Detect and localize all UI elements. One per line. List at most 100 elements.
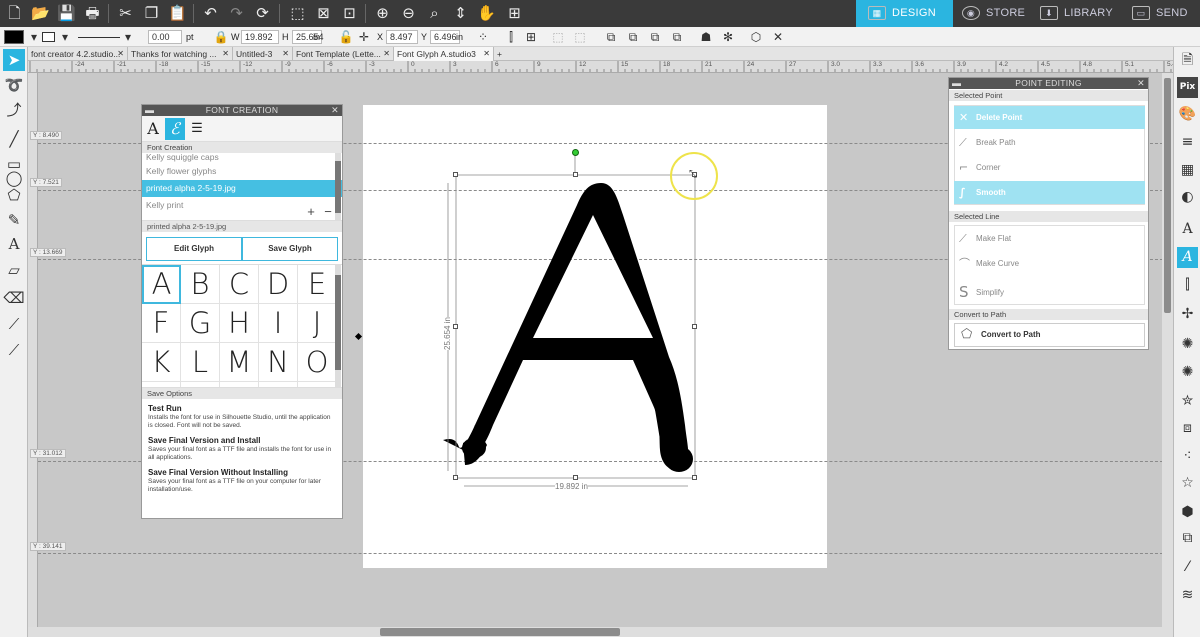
replicate-panel-icon[interactable]: ✺ xyxy=(1177,334,1198,355)
tab-point-font[interactable]: A xyxy=(143,118,163,140)
glyph-grid-scrollbar[interactable] xyxy=(335,265,341,387)
library-star-icon[interactable]: ☆ xyxy=(1177,473,1198,494)
line-tool-icon[interactable]: ╱ xyxy=(3,128,25,150)
line-color-swatch[interactable] xyxy=(42,32,55,42)
remove-font-button[interactable]: − xyxy=(322,205,334,218)
resize-handle[interactable] xyxy=(453,475,458,480)
chevron-down-icon[interactable]: ▾ xyxy=(57,29,73,45)
tab-font-creation[interactable]: ℰ xyxy=(165,118,185,140)
close-icon[interactable]: ✕ xyxy=(383,47,390,61)
edit-glyph-button[interactable]: Edit Glyph xyxy=(146,237,242,261)
palette-icon[interactable]: 🎨 xyxy=(1177,104,1198,125)
minimize-icon[interactable]: ▬ xyxy=(145,105,154,116)
zoom-in-icon[interactable]: ⊕ xyxy=(372,3,393,24)
send-backward-icon[interactable]: ⧉ xyxy=(625,29,641,45)
line-weight-input[interactable]: 0.00 xyxy=(148,30,182,44)
doc-tab-active[interactable]: Font Glyph A.studio3 ✕ xyxy=(394,47,494,61)
replicate-icon[interactable]: ⬡ xyxy=(748,29,764,45)
simplify-button[interactable]: S Simplify xyxy=(954,281,1145,304)
fit-page-icon[interactable]: ⊞ xyxy=(504,3,525,24)
tab-design[interactable]: ▦ DESIGN xyxy=(856,0,953,27)
line-style-icon[interactable]: ≡ xyxy=(1177,132,1198,153)
line-style-preview[interactable] xyxy=(78,37,120,38)
select-tool-icon[interactable]: ➤ xyxy=(3,49,25,71)
resize-handle[interactable] xyxy=(573,172,578,177)
save-option-test-run[interactable]: Test Run Installs the font for use in Si… xyxy=(142,399,342,433)
bring-to-front-icon[interactable]: ⧉ xyxy=(647,29,663,45)
resize-handle[interactable] xyxy=(692,324,697,329)
glyph-cell[interactable]: G xyxy=(181,304,220,343)
add-font-button[interactable]: + xyxy=(305,205,317,218)
point-edit-tool-icon[interactable]: ➰ xyxy=(3,74,25,96)
glyph-cell[interactable]: A xyxy=(142,265,181,304)
glyph-cell[interactable]: R xyxy=(220,382,259,387)
deselect-icon[interactable]: ⊠ xyxy=(313,3,334,24)
cut-icon[interactable]: ✂ xyxy=(115,3,136,24)
send-to-back-icon[interactable]: ⧉ xyxy=(669,29,685,45)
lock-aspect-icon[interactable]: 🔒 xyxy=(213,29,229,45)
layers-icon[interactable]: ⧉ xyxy=(1177,528,1198,549)
doc-tab[interactable]: Font Template (Lette... ✕ xyxy=(293,47,394,61)
close-icon[interactable]: ✕ xyxy=(483,47,490,61)
x-input[interactable]: 8.497 xyxy=(386,30,418,44)
rotate-handle[interactable] xyxy=(572,149,579,156)
reference-point-icon[interactable]: ⁘ xyxy=(475,29,491,45)
group-icon[interactable]: ⬚ xyxy=(550,29,566,45)
glyph-cell[interactable]: H xyxy=(220,304,259,343)
glyph-cell[interactable]: B xyxy=(181,265,220,304)
vertical-scrollbar[interactable] xyxy=(1162,73,1173,627)
resize-handle[interactable] xyxy=(692,475,697,480)
width-input[interactable]: 19.892 xyxy=(241,30,279,44)
move-icon[interactable]: ⇕ xyxy=(450,3,471,24)
text-tool-icon[interactable]: A xyxy=(3,233,25,255)
select-by-color-icon[interactable]: ⊡ xyxy=(339,3,360,24)
align-icon[interactable]: ⫿ xyxy=(503,29,519,45)
glyph-cell[interactable]: N xyxy=(259,343,298,382)
chevron-down-icon[interactable]: ▾ xyxy=(120,29,136,45)
font-list-item[interactable]: Kelly squiggle caps xyxy=(142,153,342,163)
glyph-cell[interactable]: E xyxy=(298,265,337,304)
polygon-tool-icon[interactable]: ⬠ xyxy=(3,184,25,206)
eraser-tool-icon[interactable]: ⌫ xyxy=(3,287,25,309)
pan-hand-icon[interactable]: ✋ xyxy=(476,3,497,24)
tab-store[interactable]: ◉ STORE xyxy=(958,0,1028,27)
glyph-cell[interactable]: K xyxy=(142,343,181,382)
glyph-cell[interactable]: S xyxy=(259,382,298,387)
pencil-tool-icon[interactable]: ✎ xyxy=(3,209,25,231)
redraw-icon[interactable]: ⟳ xyxy=(252,3,273,24)
nesting-icon[interactable]: ⬢ xyxy=(1177,502,1198,523)
glyph-cell[interactable]: I xyxy=(259,304,298,343)
history-icon[interactable]: ≋ xyxy=(1177,585,1198,606)
fill-color-swatch[interactable] xyxy=(4,30,24,44)
resize-handle[interactable] xyxy=(453,324,458,329)
chevron-down-icon[interactable]: ▾ xyxy=(26,29,42,45)
curve-tool-icon[interactable]: ⤴ xyxy=(3,99,25,121)
undo-icon[interactable]: ↶ xyxy=(200,3,221,24)
zoom-select-icon[interactable]: ⌕ xyxy=(424,3,445,24)
save-glyph-button[interactable]: Save Glyph xyxy=(242,237,338,261)
weld-icon[interactable]: ☗ xyxy=(698,29,714,45)
redo-icon[interactable]: ↷ xyxy=(226,3,247,24)
offset-panel-icon[interactable]: ✮ xyxy=(1177,391,1198,412)
save-option-final-no-install[interactable]: Save Final Version Without Installing Sa… xyxy=(142,465,342,497)
paste-icon[interactable]: 📋 xyxy=(167,3,188,24)
tab-text-list[interactable]: ☰ xyxy=(187,118,207,140)
glyph-cell[interactable]: F xyxy=(142,304,181,343)
ungroup-icon[interactable]: ⬚ xyxy=(572,29,588,45)
copy-icon[interactable]: ❐ xyxy=(141,3,162,24)
eyedropper-tool-icon[interactable]: ⟋ xyxy=(3,339,25,361)
transform-icon[interactable]: ✢ xyxy=(1177,304,1198,325)
modify-icon[interactable]: ✺ xyxy=(1177,362,1198,383)
save-icon[interactable]: 💾 xyxy=(56,3,77,24)
horizontal-scroll-thumb[interactable] xyxy=(380,628,620,636)
font-list-item-selected[interactable]: printed alpha 2-5-19.jpg xyxy=(142,180,342,197)
page-setup-icon[interactable]: 🗎 xyxy=(1177,50,1198,71)
font-list-item[interactable]: Kelly flower glyphs xyxy=(142,163,342,180)
select-all-icon[interactable]: ⬚ xyxy=(287,3,308,24)
position-icon[interactable]: ✛ xyxy=(356,29,372,45)
close-icon[interactable]: ✕ xyxy=(1137,78,1145,89)
convert-to-path-button[interactable]: ⬠ Convert to Path xyxy=(954,323,1145,347)
glyph-cell[interactable]: M xyxy=(220,343,259,382)
minimize-icon[interactable]: ▬ xyxy=(952,78,961,89)
glyph-cell[interactable]: C xyxy=(220,265,259,304)
